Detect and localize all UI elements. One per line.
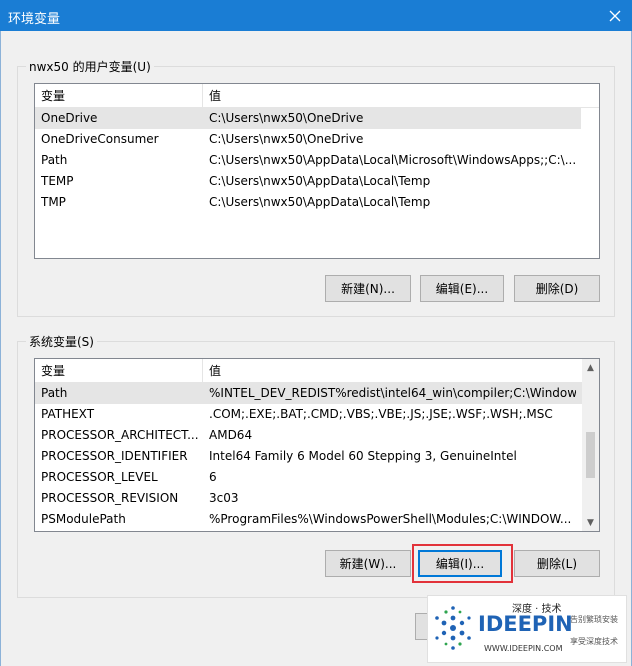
variable-name-cell: Path <box>41 386 68 400</box>
variable-value-cell: %INTEL_DEV_REDIST%redist\intel64_win\com… <box>209 386 576 400</box>
table-row[interactable]: TEMP C:\Users\nwx50\AppData\Local\Temp <box>35 171 581 192</box>
vertical-scrollbar[interactable]: ▲ ▼ <box>582 359 599 531</box>
watermark-slogan-1: 告别繁琐安装 <box>570 615 618 624</box>
variable-name-cell: TMP <box>41 195 66 209</box>
table-row[interactable]: TMP C:\Users\nwx50\AppData\Local\Temp <box>35 192 581 213</box>
system-variables-group: 系统变量(S) 变量 值 Path %INTEL_DEV_REDIST%redis… <box>17 333 615 598</box>
variable-value-cell: C:\Users\nwx50\OneDrive <box>209 132 364 146</box>
system-variables-list[interactable]: 变量 值 Path %INTEL_DEV_REDIST%redist\intel6… <box>34 358 600 532</box>
variable-name-cell: PATHEXT <box>41 407 95 421</box>
variable-value-cell: C:\Users\nwx50\OneDrive <box>209 111 364 125</box>
watermark-brand: IDEEPIN <box>478 612 573 636</box>
variable-name-cell: PROCESSOR_LEVEL <box>41 470 158 484</box>
table-row[interactable]: OneDrive C:\Users\nwx50\OneDrive <box>35 108 581 129</box>
close-button[interactable] <box>598 0 632 31</box>
user-new-button[interactable]: 新建(N)... <box>325 275 411 302</box>
variable-value-cell: AMD64 <box>209 428 253 442</box>
user-variables-list[interactable]: 变量 值 OneDrive C:\Users\nwx50\OneDrive OneD… <box>34 83 600 259</box>
variable-value-cell: C:\Users\nwx50\AppData\Local\Microsoft\W… <box>209 153 575 167</box>
table-row[interactable]: PROCESSOR_ARCHITECT... AMD64 <box>35 425 582 446</box>
table-row[interactable]: Path %INTEL_DEV_REDIST%redist\intel64_win… <box>35 383 582 404</box>
variable-value-cell: 3c03 <box>209 491 239 505</box>
table-row[interactable]: PSModulePath %ProgramFiles%\WindowsPowerS… <box>35 509 582 530</box>
title-bar: 环境变量 <box>0 0 632 31</box>
column-header-value[interactable]: 值 <box>203 84 599 108</box>
variable-value-cell: C:\Users\nwx50\AppData\Local\Temp <box>209 174 431 188</box>
variable-value-cell: .COM;.EXE;.BAT;.CMD;.VBS;.VBE;.JS;.JSE;.… <box>209 407 553 421</box>
table-row[interactable]: OneDriveConsumer C:\Users\nwx50\OneDrive <box>35 129 581 150</box>
scrollbar-thumb[interactable] <box>586 432 595 478</box>
variable-name-cell: OneDriveConsumer <box>41 132 159 146</box>
variable-name-cell: Path <box>41 153 68 167</box>
highlight-annotation-box <box>412 544 513 583</box>
column-header-variable[interactable]: 变量 <box>35 359 203 383</box>
variable-name-cell: PROCESSOR_ARCHITECT... <box>41 428 199 442</box>
table-row[interactable]: Path C:\Users\nwx50\AppData\Local\Microso… <box>35 150 581 171</box>
list-header: 变量 值 <box>35 84 599 108</box>
variable-value-cell: %ProgramFiles%\WindowsPowerShell\Modules… <box>209 512 572 526</box>
variable-name-cell: OneDrive <box>41 111 98 125</box>
scroll-down-arrow-icon[interactable]: ▼ <box>582 514 599 531</box>
user-variables-label: nwx50 的用户变量(U) <box>26 58 154 75</box>
table-row[interactable]: PROCESSOR_REVISION 3c03 <box>35 488 582 509</box>
system-variables-label: 系统变量(S) <box>26 333 97 350</box>
ideepin-logo-icon <box>435 606 471 650</box>
variable-value-cell: Intel64 Family 6 Model 60 Stepping 3, Ge… <box>209 449 517 463</box>
variable-name-cell: PSModulePath <box>41 512 126 526</box>
system-delete-button[interactable]: 删除(L) <box>514 550 600 577</box>
watermark-slogan-2: 享受深度技术 <box>570 637 618 646</box>
variable-name-cell: PROCESSOR_REVISION <box>41 491 179 505</box>
list-header: 变量 值 <box>35 359 582 383</box>
column-header-variable[interactable]: 变量 <box>35 84 203 108</box>
user-variables-group: nwx50 的用户变量(U) 变量 值 OneDrive C:\Users\nwx… <box>17 58 615 317</box>
table-row[interactable]: PROCESSOR_LEVEL 6 <box>35 467 582 488</box>
variable-value-cell: C:\Users\nwx50\AppData\Local\Temp <box>209 195 431 209</box>
dialog-client-area: nwx50 的用户变量(U) 变量 值 OneDrive C:\Users\nwx… <box>0 31 632 666</box>
user-edit-button[interactable]: 编辑(E)... <box>420 275 504 302</box>
table-row[interactable]: PROCESSOR_IDENTIFIER Intel64 Family 6 Mod… <box>35 446 582 467</box>
watermark-url: WWW.IDEEPIN.COM <box>484 644 563 653</box>
variable-value-cell: 6 <box>209 470 217 484</box>
window-title: 环境变量 <box>8 12 61 27</box>
system-new-button[interactable]: 新建(W)... <box>325 550 411 577</box>
scroll-up-arrow-icon[interactable]: ▲ <box>582 359 599 376</box>
variable-name-cell: PROCESSOR_IDENTIFIER <box>41 449 188 463</box>
table-row[interactable]: PATHEXT .COM;.EXE;.BAT;.CMD;.VBS;.VBE;.JS… <box>35 404 582 425</box>
column-header-value[interactable]: 值 <box>203 359 582 383</box>
ideepin-watermark: 深度 · 技术 IDEEPIN WWW.IDEEPIN.COM 告别繁琐安装 享… <box>427 595 627 663</box>
variable-name-cell: TEMP <box>41 174 74 188</box>
close-icon <box>609 10 621 21</box>
user-delete-button[interactable]: 删除(D) <box>514 275 600 302</box>
